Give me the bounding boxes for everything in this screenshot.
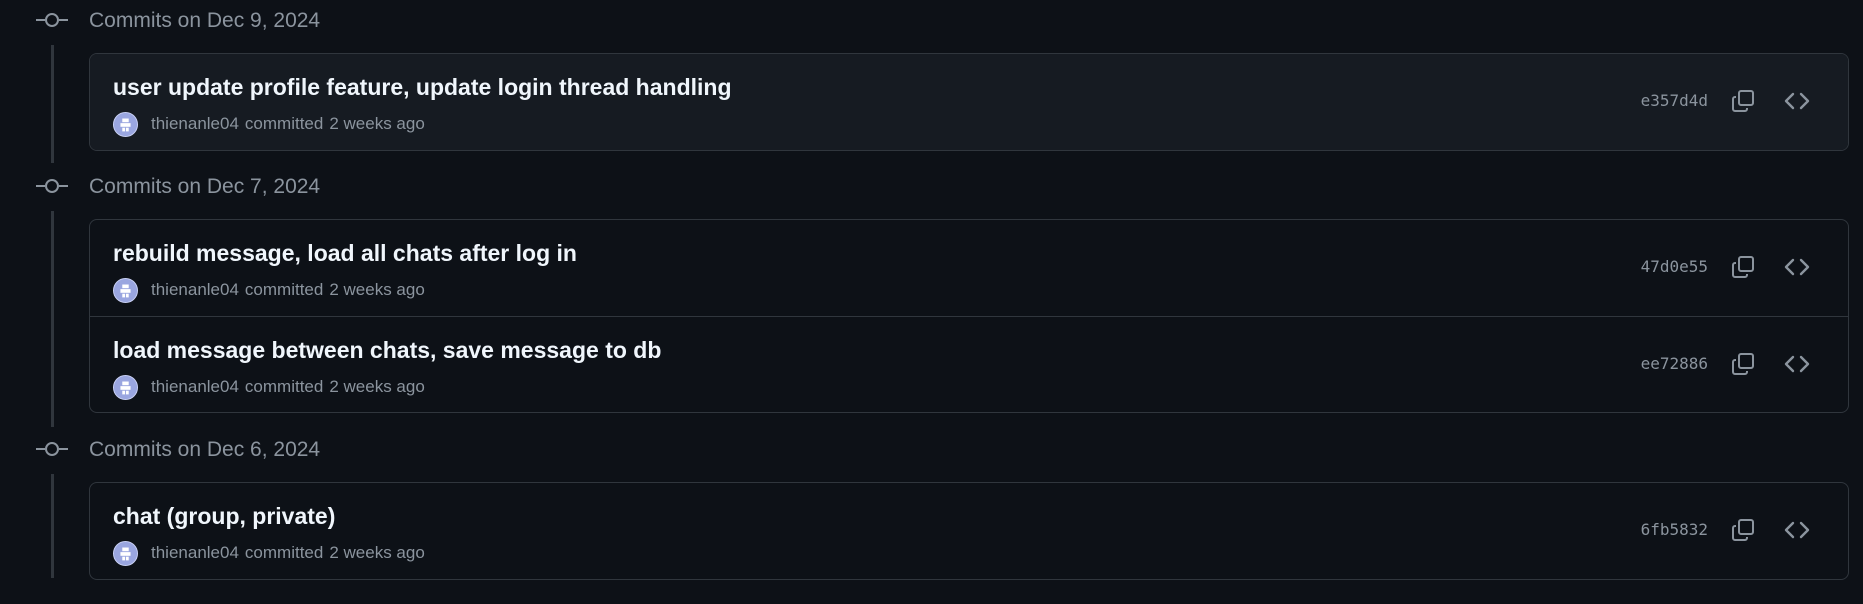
commit-time: 2 weeks ago <box>329 377 425 396</box>
commit-meta: thienanle04 committed 2 weeks ago <box>113 276 425 304</box>
copy-icon <box>1732 519 1754 541</box>
commit-sha-link[interactable]: 6fb5832 <box>1641 519 1708 541</box>
git-commit-icon <box>36 13 68 27</box>
commit-verb: committed <box>244 543 324 562</box>
copy-icon <box>1732 353 1754 375</box>
commit-title-link[interactable]: user update profile feature, update logi… <box>113 73 732 101</box>
commit-time: 2 weeks ago <box>329 543 425 562</box>
avatar-pattern <box>114 541 137 565</box>
commit-title-link[interactable]: rebuild message, load all chats after lo… <box>113 239 577 267</box>
copy-sha-button[interactable] <box>1726 513 1760 547</box>
commit-meta: thienanle04 committed 2 weeks ago <box>113 110 425 138</box>
commit-sha-link[interactable]: 47d0e55 <box>1641 256 1708 278</box>
commit-meta: thienanle04 committed 2 weeks ago <box>113 373 425 401</box>
browse-repo-button[interactable] <box>1780 513 1814 547</box>
commit-group-header: Commits on Dec 6, 2024 <box>0 429 1000 469</box>
browse-repo-button[interactable] <box>1780 250 1814 284</box>
avatar-icon[interactable] <box>113 540 138 566</box>
commit-author-link[interactable]: thienanle04 <box>151 543 239 563</box>
commit-sha-link[interactable]: e357d4d <box>1641 90 1708 112</box>
code-icon <box>1784 92 1810 110</box>
commit-row[interactable]: user update profile feature, update logi… <box>90 54 1848 150</box>
commit-time: 2 weeks ago <box>329 114 425 133</box>
commit-list: rebuild message, load all chats after lo… <box>89 219 1849 413</box>
avatar-pattern <box>114 112 137 136</box>
code-icon <box>1784 521 1810 539</box>
commit-group-header: Commits on Dec 9, 2024 <box>0 0 1000 40</box>
avatar-pattern <box>114 278 137 302</box>
commit-group-date: Commits on Dec 9, 2024 <box>89 9 321 32</box>
code-icon <box>1784 258 1810 276</box>
commit-sha-link[interactable]: ee72886 <box>1641 353 1708 375</box>
commit-title-link[interactable]: load message between chats, save message… <box>113 336 661 364</box>
copy-icon <box>1732 90 1754 112</box>
git-commit-icon <box>36 179 68 193</box>
browse-repo-button[interactable] <box>1780 347 1814 381</box>
commit-verb: committed <box>244 280 324 299</box>
commit-author-link[interactable]: thienanle04 <box>151 377 239 397</box>
copy-sha-button[interactable] <box>1726 250 1760 284</box>
timeline-line <box>51 45 54 163</box>
avatar-pattern <box>114 375 137 399</box>
commit-meta: thienanle04 committed 2 weeks ago <box>113 539 425 567</box>
commit-author-link[interactable]: thienanle04 <box>151 280 239 300</box>
commit-title-link[interactable]: chat (group, private) <box>113 502 335 530</box>
commit-time: 2 weeks ago <box>329 280 425 299</box>
timeline-line <box>51 211 54 427</box>
browse-repo-button[interactable] <box>1780 84 1814 118</box>
copy-sha-button[interactable] <box>1726 347 1760 381</box>
commit-author-link[interactable]: thienanle04 <box>151 114 239 134</box>
copy-sha-button[interactable] <box>1726 84 1760 118</box>
copy-icon <box>1732 256 1754 278</box>
commit-verb: committed <box>244 377 324 396</box>
commit-list: user update profile feature, update logi… <box>89 53 1849 151</box>
commit-group-date: Commits on Dec 7, 2024 <box>89 175 321 198</box>
code-icon <box>1784 355 1810 373</box>
commit-group-date: Commits on Dec 6, 2024 <box>89 438 321 461</box>
commit-row[interactable]: load message between chats, save message… <box>90 316 1848 412</box>
avatar-icon[interactable] <box>113 374 138 400</box>
commit-verb: committed <box>244 114 324 133</box>
commit-row[interactable]: rebuild message, load all chats after lo… <box>90 220 1848 316</box>
avatar-icon[interactable] <box>113 277 138 303</box>
commit-row[interactable]: chat (group, private) thienanle04 commit… <box>90 483 1848 579</box>
timeline-line <box>51 474 54 578</box>
commit-list: chat (group, private) thienanle04 commit… <box>89 482 1849 580</box>
git-commit-icon <box>36 442 68 456</box>
commit-group-header: Commits on Dec 7, 2024 <box>0 166 1000 206</box>
avatar-icon[interactable] <box>113 111 138 137</box>
